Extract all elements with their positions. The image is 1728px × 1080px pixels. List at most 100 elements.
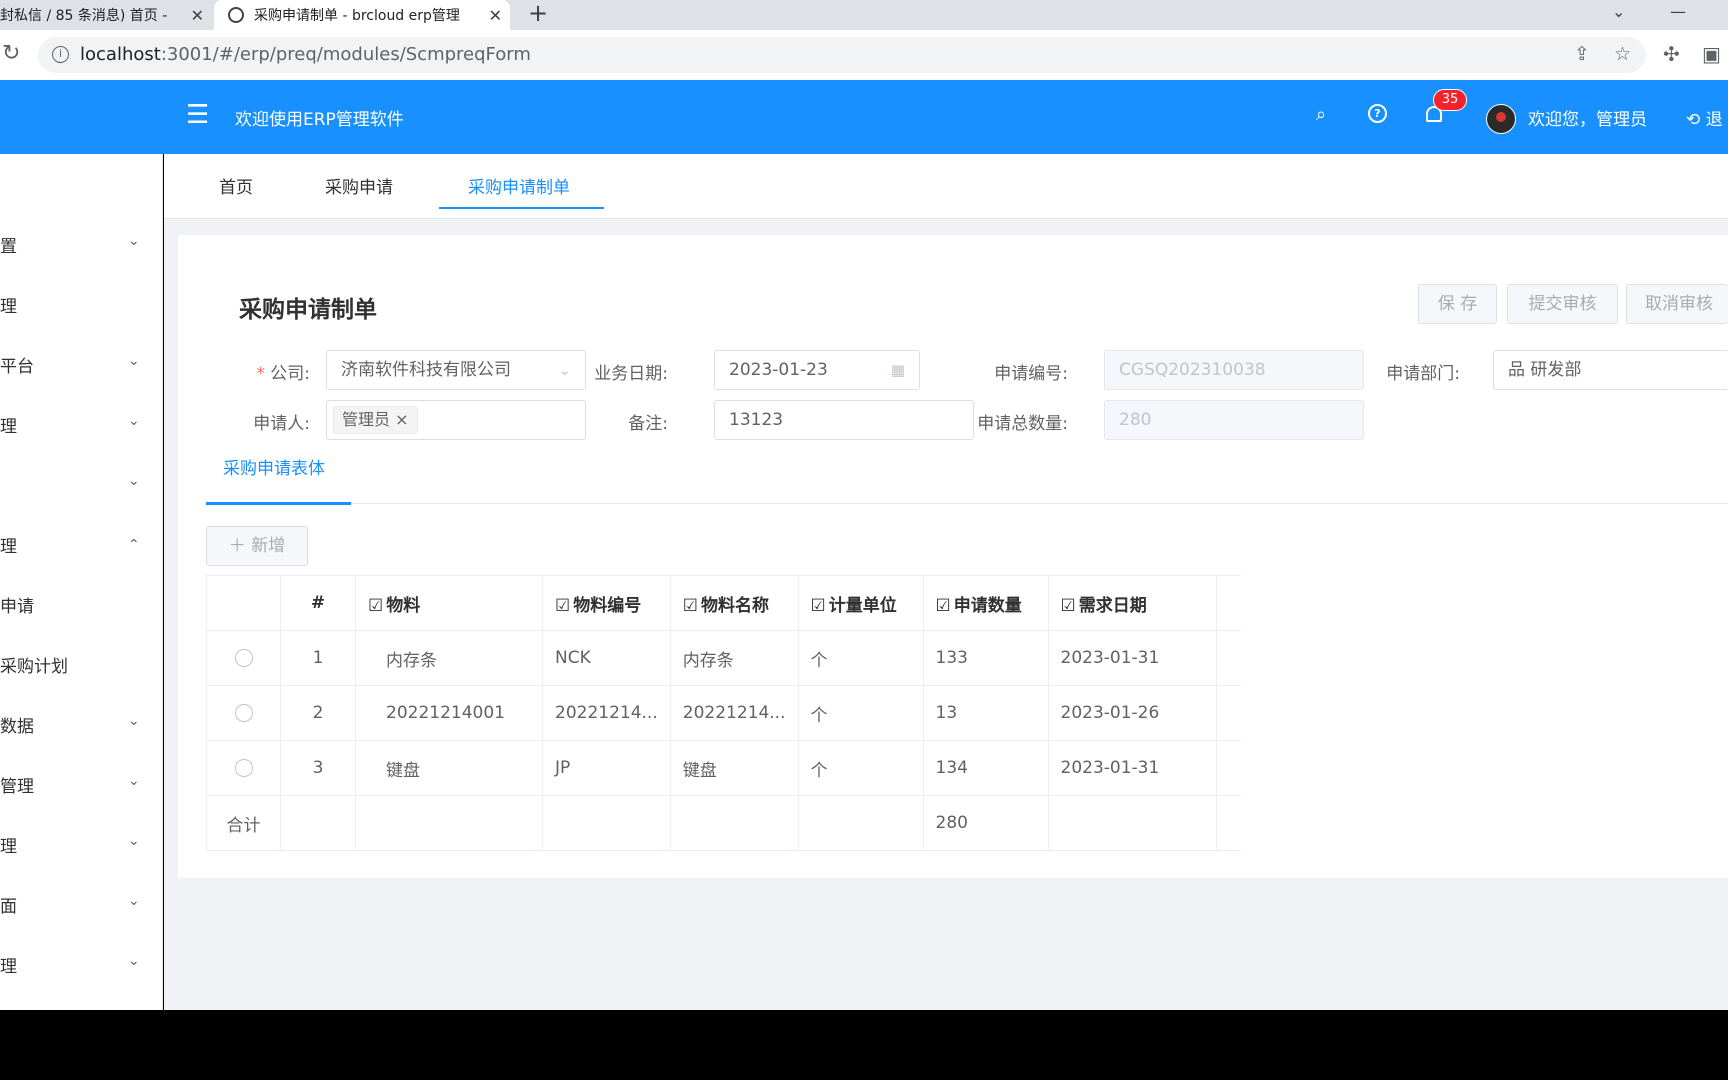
- sidebar-item[interactable]: 采购计划: [0, 643, 163, 683]
- site-info-icon[interactable]: i: [52, 46, 69, 63]
- avatar[interactable]: [1486, 104, 1516, 134]
- close-icon[interactable]: ×: [395, 410, 408, 429]
- header-material-name[interactable]: ☑ 物料名称: [669, 575, 799, 631]
- sidebar-item-label: 置: [0, 237, 17, 257]
- header-index: #: [280, 575, 356, 631]
- search-icon[interactable]: ⌕: [1316, 104, 1326, 125]
- header-material-code[interactable]: ☑ 物料编号: [542, 575, 671, 631]
- edit-icon: ☑: [368, 595, 384, 616]
- url-bar[interactable]: i localhost:3001/#/erp/preq/modules/Scmp…: [38, 37, 1646, 73]
- sidebar-item-label: 采购计划: [0, 657, 68, 677]
- total-quantity-label: 申请总数量:: [977, 414, 1068, 434]
- help-icon[interactable]: ?: [1368, 104, 1387, 123]
- remark-input[interactable]: 13123: [714, 400, 974, 440]
- header-quantity[interactable]: ☑ 申请数量: [922, 575, 1049, 631]
- minimize-icon[interactable]: —: [1670, 2, 1686, 21]
- header-label: 计量单位: [828, 595, 897, 616]
- reload-icon[interactable]: ↻: [2, 41, 20, 66]
- row-filler: [1215, 685, 1241, 741]
- table-row[interactable]: 1 内存条 NCK 内存条 个 133 2023-01-31: [206, 630, 1241, 686]
- star-icon[interactable]: ☆: [1614, 43, 1631, 65]
- tab-home[interactable]: 首页: [219, 173, 253, 198]
- row-quantity[interactable]: 13: [922, 685, 1049, 741]
- row-unit[interactable]: 个: [797, 630, 924, 686]
- sidebar-item[interactable]: 数据 ⌄: [0, 703, 163, 743]
- row-filler: [1215, 795, 1241, 851]
- row-material-name[interactable]: 键盘: [669, 740, 799, 796]
- row-demand-date[interactable]: 2023-01-26: [1047, 685, 1217, 741]
- total-label: 合计: [206, 795, 281, 851]
- sidebar-item[interactable]: 理 ⌄: [0, 943, 163, 983]
- company-label: * 公司:: [250, 359, 310, 384]
- sidebar-item[interactable]: 理 ⌃: [0, 523, 163, 563]
- row-unit[interactable]: 个: [797, 740, 924, 796]
- tab-request-detail[interactable]: 采购申请表体: [223, 454, 325, 479]
- business-date-value: 2023-01-23: [729, 360, 828, 380]
- browser-tab-inactive[interactable]: 封私信 / 85 条消息) 首页 - ✕: [0, 0, 212, 30]
- url-host: localhost: [80, 44, 161, 65]
- sidebar-item[interactable]: 平台 ⌄: [0, 343, 163, 383]
- table-row[interactable]: 2 20221214001 20221214... 20221214... 个 …: [206, 685, 1241, 741]
- sidebar-item[interactable]: 理: [0, 283, 163, 323]
- close-icon[interactable]: ✕: [489, 6, 502, 25]
- request-code-input[interactable]: CGSQ202310038: [1104, 350, 1364, 390]
- row-radio[interactable]: [234, 704, 253, 722]
- row-material[interactable]: 键盘: [355, 740, 543, 796]
- table-row[interactable]: 3 键盘 JP 键盘 个 134 2023-01-31: [206, 740, 1241, 796]
- row-material-code[interactable]: JP: [542, 740, 671, 796]
- sidebar-item[interactable]: ⌄: [0, 463, 163, 503]
- welcome-text[interactable]: 欢迎您，管理员: [1528, 105, 1647, 130]
- header-material[interactable]: ☑ 物料: [355, 575, 543, 631]
- header-demand-date[interactable]: ☑ 需求日期: [1047, 575, 1217, 631]
- department-select[interactable]: 品 研发部: [1493, 350, 1728, 390]
- total-quantity-input[interactable]: 280: [1104, 400, 1364, 440]
- sidebar-item-label: 理: [0, 537, 17, 557]
- row-radio[interactable]: [234, 759, 253, 777]
- tab-purchase-request-form[interactable]: 采购申请制单: [468, 173, 570, 198]
- header-label: 物料名称: [701, 595, 769, 616]
- row-quantity[interactable]: 134: [922, 740, 1049, 796]
- tab-purchase-request[interactable]: 采购申请: [325, 173, 393, 198]
- row-material-code[interactable]: NCK: [542, 630, 671, 686]
- sidebar-item[interactable]: 申请: [0, 583, 163, 623]
- applicant-select[interactable]: 管理员 ×: [326, 400, 586, 440]
- save-button[interactable]: 保 存: [1418, 284, 1497, 324]
- header-unit[interactable]: ☑ 计量单位: [797, 575, 924, 631]
- sidebar-item[interactable]: 理 ⌄: [0, 403, 163, 443]
- add-row-button[interactable]: ＋ 新增: [206, 526, 308, 566]
- row-material[interactable]: 内存条: [355, 630, 543, 686]
- row-quantity[interactable]: 133: [922, 630, 1049, 686]
- extensions-icon[interactable]: ✣: [1663, 42, 1680, 66]
- row-radio[interactable]: [234, 649, 253, 667]
- sidebar-item[interactable]: 管理 ⌄: [0, 763, 163, 803]
- new-tab-button[interactable]: +: [528, 0, 548, 26]
- close-icon[interactable]: ✕: [191, 6, 204, 25]
- page-tabs: 首页 采购申请 采购申请制单: [164, 154, 1728, 219]
- logout-button[interactable]: ⟲ 退: [1686, 105, 1723, 130]
- row-material-code[interactable]: 20221214...: [542, 685, 671, 741]
- sidebar-item[interactable]: 理 ⌄: [0, 823, 163, 863]
- row-radio-cell[interactable]: [206, 630, 281, 686]
- share-icon[interactable]: ⇪: [1574, 43, 1590, 65]
- business-date-input[interactable]: 2023-01-23 ▦: [714, 350, 920, 390]
- chevron-down-icon: ⌄: [128, 893, 140, 909]
- browser-tab-active[interactable]: 采购申请制单 - brcloud erp管理 ✕: [214, 0, 510, 30]
- black-letterbox: [0, 1010, 1728, 1080]
- side-panel-icon[interactable]: ▣: [1702, 42, 1721, 66]
- sidebar-item[interactable]: 置 ⌄: [0, 223, 163, 263]
- row-demand-date[interactable]: 2023-01-31: [1047, 740, 1217, 796]
- company-select[interactable]: 济南软件科技有限公司 ⌄: [326, 350, 586, 390]
- row-radio-cell[interactable]: [206, 740, 281, 796]
- submit-review-button[interactable]: 提交审核: [1507, 284, 1618, 324]
- edit-icon: ☑: [810, 595, 826, 616]
- row-material-name[interactable]: 20221214...: [669, 685, 799, 741]
- row-demand-date[interactable]: 2023-01-31: [1047, 630, 1217, 686]
- menu-fold-icon[interactable]: ☰: [186, 100, 209, 130]
- tab-search-icon[interactable]: ⌄: [1612, 2, 1625, 21]
- row-material[interactable]: 20221214001: [355, 685, 543, 741]
- row-radio-cell[interactable]: [206, 685, 281, 741]
- row-material-name[interactable]: 内存条: [669, 630, 799, 686]
- sidebar-item[interactable]: 面 ⌄: [0, 883, 163, 923]
- row-unit[interactable]: 个: [797, 685, 924, 741]
- cancel-review-button[interactable]: 取消审核: [1626, 284, 1728, 324]
